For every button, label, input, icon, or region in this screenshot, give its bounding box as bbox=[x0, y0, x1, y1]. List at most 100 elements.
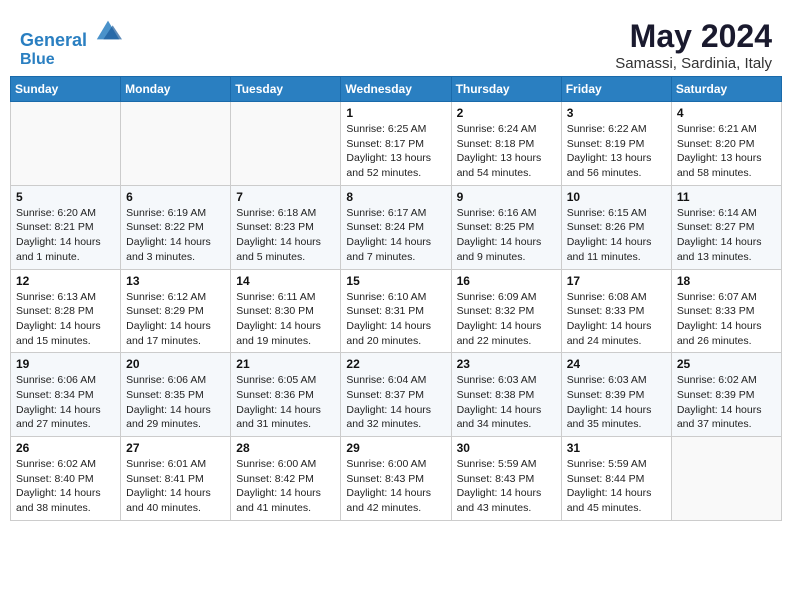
day-number: 9 bbox=[457, 190, 556, 204]
day-number: 22 bbox=[346, 357, 445, 371]
day-info: Sunrise: 6:04 AM Sunset: 8:37 PM Dayligh… bbox=[346, 373, 445, 432]
calendar-week-4: 19 Sunrise: 6:06 AM Sunset: 8:34 PM Dayli… bbox=[11, 353, 782, 437]
day-number: 30 bbox=[457, 441, 556, 455]
day-info: Sunrise: 6:02 AM Sunset: 8:39 PM Dayligh… bbox=[677, 373, 776, 432]
weekday-header-wednesday: Wednesday bbox=[341, 77, 451, 102]
month-year: May 2024 bbox=[615, 18, 772, 55]
calendar-cell: 31 Sunrise: 5:59 AM Sunset: 8:44 PM Dayli… bbox=[561, 437, 671, 521]
calendar-cell: 10 Sunrise: 6:15 AM Sunset: 8:26 PM Dayli… bbox=[561, 185, 671, 269]
day-number: 23 bbox=[457, 357, 556, 371]
day-number: 6 bbox=[126, 190, 225, 204]
calendar-cell: 23Sunrise: 6:03 AM Sunset: 8:38 PM Dayli… bbox=[451, 353, 561, 437]
calendar-cell: 4 Sunrise: 6:21 AM Sunset: 8:20 PM Daylig… bbox=[671, 102, 781, 186]
calendar-cell: 25 Sunrise: 6:02 AM Sunset: 8:39 PM Dayli… bbox=[671, 353, 781, 437]
day-info: Sunrise: 6:17 AM Sunset: 8:24 PM Dayligh… bbox=[346, 206, 445, 265]
day-info: Sunrise: 6:05 AM Sunset: 8:36 PM Dayligh… bbox=[236, 373, 335, 432]
calendar-cell: 12 Sunrise: 6:13 AM Sunset: 8:28 PM Dayli… bbox=[11, 269, 121, 353]
calendar-table: SundayMondayTuesdayWednesdayThursdayFrid… bbox=[10, 76, 782, 521]
day-number: 27 bbox=[126, 441, 225, 455]
day-info: Sunrise: 5:59 AM Sunset: 8:44 PM Dayligh… bbox=[567, 457, 666, 516]
day-number: 14 bbox=[236, 274, 335, 288]
day-number: 8 bbox=[346, 190, 445, 204]
day-number: 28 bbox=[236, 441, 335, 455]
day-info: Sunrise: 6:09 AM Sunset: 8:32 PM Dayligh… bbox=[457, 290, 556, 349]
weekday-header-sunday: Sunday bbox=[11, 77, 121, 102]
calendar-cell: 7Sunrise: 6:18 AM Sunset: 8:23 PM Daylig… bbox=[231, 185, 341, 269]
calendar-cell bbox=[11, 102, 121, 186]
calendar-week-5: 26Sunrise: 6:02 AM Sunset: 8:40 PM Dayli… bbox=[11, 437, 782, 521]
calendar-cell: 28 Sunrise: 6:00 AM Sunset: 8:42 PM Dayli… bbox=[231, 437, 341, 521]
calendar-cell: 2Sunrise: 6:24 AM Sunset: 8:18 PM Daylig… bbox=[451, 102, 561, 186]
logo-blue: Blue bbox=[20, 51, 122, 69]
day-number: 10 bbox=[567, 190, 666, 204]
day-info: Sunrise: 5:59 AM Sunset: 8:43 PM Dayligh… bbox=[457, 457, 556, 516]
day-number: 20 bbox=[126, 357, 225, 371]
calendar-cell: 3 Sunrise: 6:22 AM Sunset: 8:19 PM Daylig… bbox=[561, 102, 671, 186]
day-number: 7 bbox=[236, 190, 335, 204]
day-info: Sunrise: 6:11 AM Sunset: 8:30 PM Dayligh… bbox=[236, 290, 335, 349]
calendar-cell: 16 Sunrise: 6:09 AM Sunset: 8:32 PM Dayli… bbox=[451, 269, 561, 353]
calendar-cell bbox=[231, 102, 341, 186]
day-info: Sunrise: 6:01 AM Sunset: 8:41 PM Dayligh… bbox=[126, 457, 225, 516]
calendar-cell bbox=[671, 437, 781, 521]
weekday-header-saturday: Saturday bbox=[671, 77, 781, 102]
day-info: Sunrise: 6:25 AM Sunset: 8:17 PM Dayligh… bbox=[346, 122, 445, 181]
calendar-cell: 5 Sunrise: 6:20 AM Sunset: 8:21 PM Daylig… bbox=[11, 185, 121, 269]
calendar-cell: 22 Sunrise: 6:04 AM Sunset: 8:37 PM Dayli… bbox=[341, 353, 451, 437]
calendar-cell bbox=[121, 102, 231, 186]
day-number: 31 bbox=[567, 441, 666, 455]
weekday-header-row: SundayMondayTuesdayWednesdayThursdayFrid… bbox=[11, 77, 782, 102]
calendar-cell: 27 Sunrise: 6:01 AM Sunset: 8:41 PM Dayli… bbox=[121, 437, 231, 521]
calendar-cell: 13 Sunrise: 6:12 AM Sunset: 8:29 PM Dayli… bbox=[121, 269, 231, 353]
day-number: 18 bbox=[677, 274, 776, 288]
day-info: Sunrise: 6:08 AM Sunset: 8:33 PM Dayligh… bbox=[567, 290, 666, 349]
day-number: 26 bbox=[16, 441, 115, 455]
day-number: 24 bbox=[567, 357, 666, 371]
day-info: Sunrise: 6:06 AM Sunset: 8:34 PM Dayligh… bbox=[16, 373, 115, 432]
day-number: 16 bbox=[457, 274, 556, 288]
day-number: 2 bbox=[457, 106, 556, 120]
calendar-week-2: 5 Sunrise: 6:20 AM Sunset: 8:21 PM Daylig… bbox=[11, 185, 782, 269]
title-area: May 2024 Samassi, Sardinia, Italy bbox=[615, 18, 772, 72]
calendar-cell: 29 Sunrise: 6:00 AM Sunset: 8:43 PM Dayli… bbox=[341, 437, 451, 521]
calendar-week-1: 1Sunrise: 6:25 AM Sunset: 8:17 PM Daylig… bbox=[11, 102, 782, 186]
day-number: 15 bbox=[346, 274, 445, 288]
day-info: Sunrise: 6:00 AM Sunset: 8:42 PM Dayligh… bbox=[236, 457, 335, 516]
calendar-cell: 9Sunrise: 6:16 AM Sunset: 8:25 PM Daylig… bbox=[451, 185, 561, 269]
calendar-cell: 11 Sunrise: 6:14 AM Sunset: 8:27 PM Dayli… bbox=[671, 185, 781, 269]
calendar-cell: 8 Sunrise: 6:17 AM Sunset: 8:24 PM Daylig… bbox=[341, 185, 451, 269]
weekday-header-thursday: Thursday bbox=[451, 77, 561, 102]
day-info: Sunrise: 6:13 AM Sunset: 8:28 PM Dayligh… bbox=[16, 290, 115, 349]
day-info: Sunrise: 6:20 AM Sunset: 8:21 PM Dayligh… bbox=[16, 206, 115, 265]
weekday-header-friday: Friday bbox=[561, 77, 671, 102]
calendar-cell: 14 Sunrise: 6:11 AM Sunset: 8:30 PM Dayli… bbox=[231, 269, 341, 353]
day-number: 11 bbox=[677, 190, 776, 204]
calendar-cell: 17Sunrise: 6:08 AM Sunset: 8:33 PM Dayli… bbox=[561, 269, 671, 353]
day-number: 4 bbox=[677, 106, 776, 120]
day-number: 5 bbox=[16, 190, 115, 204]
day-info: Sunrise: 6:19 AM Sunset: 8:22 PM Dayligh… bbox=[126, 206, 225, 265]
weekday-header-monday: Monday bbox=[121, 77, 231, 102]
location: Samassi, Sardinia, Italy bbox=[615, 55, 772, 72]
day-info: Sunrise: 6:14 AM Sunset: 8:27 PM Dayligh… bbox=[677, 206, 776, 265]
day-number: 3 bbox=[567, 106, 666, 120]
day-info: Sunrise: 6:06 AM Sunset: 8:35 PM Dayligh… bbox=[126, 373, 225, 432]
day-number: 13 bbox=[126, 274, 225, 288]
calendar-cell: 30 Sunrise: 5:59 AM Sunset: 8:43 PM Dayli… bbox=[451, 437, 561, 521]
logo-text: General bbox=[20, 18, 122, 51]
day-info: Sunrise: 6:22 AM Sunset: 8:19 PM Dayligh… bbox=[567, 122, 666, 181]
day-number: 29 bbox=[346, 441, 445, 455]
day-number: 12 bbox=[16, 274, 115, 288]
day-number: 19 bbox=[16, 357, 115, 371]
calendar-cell: 1Sunrise: 6:25 AM Sunset: 8:17 PM Daylig… bbox=[341, 102, 451, 186]
day-number: 25 bbox=[677, 357, 776, 371]
day-info: Sunrise: 6:21 AM Sunset: 8:20 PM Dayligh… bbox=[677, 122, 776, 181]
logo: General Blue bbox=[20, 18, 122, 68]
day-info: Sunrise: 6:10 AM Sunset: 8:31 PM Dayligh… bbox=[346, 290, 445, 349]
day-info: Sunrise: 6:00 AM Sunset: 8:43 PM Dayligh… bbox=[346, 457, 445, 516]
day-info: Sunrise: 6:15 AM Sunset: 8:26 PM Dayligh… bbox=[567, 206, 666, 265]
day-info: Sunrise: 6:03 AM Sunset: 8:39 PM Dayligh… bbox=[567, 373, 666, 432]
day-info: Sunrise: 6:12 AM Sunset: 8:29 PM Dayligh… bbox=[126, 290, 225, 349]
weekday-header-tuesday: Tuesday bbox=[231, 77, 341, 102]
day-info: Sunrise: 6:07 AM Sunset: 8:33 PM Dayligh… bbox=[677, 290, 776, 349]
